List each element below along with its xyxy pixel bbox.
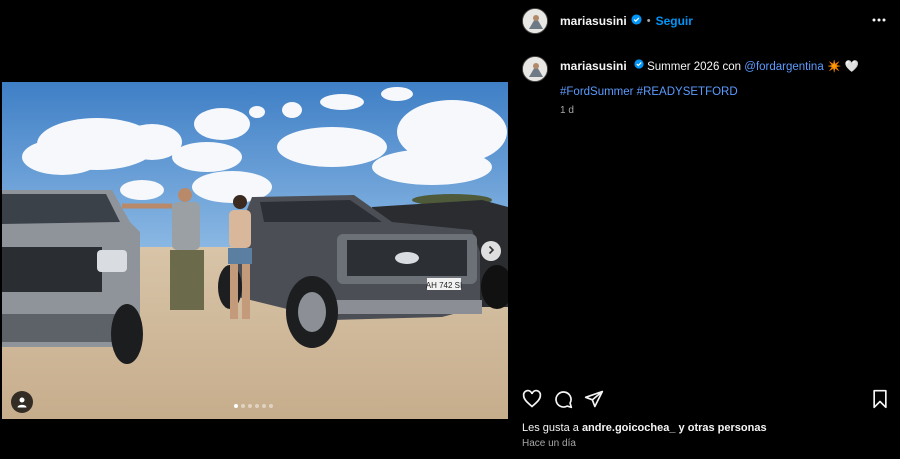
caption-mention-link[interactable]: @fordargentina xyxy=(744,61,823,73)
caption-username[interactable]: mariasusini xyxy=(560,59,627,73)
verified-badge-icon xyxy=(634,58,644,75)
follow-button[interactable]: Seguir xyxy=(656,14,693,28)
action-bar xyxy=(522,389,888,411)
caption-avatar[interactable] xyxy=(522,56,548,82)
separator: • xyxy=(646,15,651,27)
verified-badge-icon xyxy=(631,12,642,30)
carousel-dot xyxy=(234,404,238,408)
carousel-dot xyxy=(241,404,245,408)
user-tag-icon[interactable] xyxy=(11,391,33,413)
likes-suffix[interactable]: y otras personas xyxy=(679,422,767,434)
carousel-dot xyxy=(248,404,252,408)
carousel-dot xyxy=(255,404,259,408)
likes-summary[interactable]: Les gusta a andre.goicochea_ y otras per… xyxy=(522,422,767,434)
post-photo[interactable]: AH 742 SI xyxy=(2,82,508,419)
post-header: mariasusini • Seguir xyxy=(510,0,900,42)
send-icon[interactable] xyxy=(584,389,604,414)
post-media: AH 742 SI xyxy=(0,0,510,459)
post-details-panel: mariasusini • Seguir mariasusini Summer … xyxy=(510,0,900,459)
caption-hashtags[interactable]: #FordSummer #READYSETFORD xyxy=(560,86,738,98)
post-timestamp: Hace un día xyxy=(522,438,576,449)
carousel-dot xyxy=(269,404,273,408)
caption-text: mariasusini Summer 2026 con @fordargenti… xyxy=(560,56,859,82)
caption-age: 1 d xyxy=(560,105,574,116)
likes-prefix: Les gusta a xyxy=(522,422,579,434)
comment-icon[interactable] xyxy=(553,389,573,414)
bookmark-icon[interactable] xyxy=(870,389,890,414)
chevron-right-icon xyxy=(486,242,496,260)
license-plate: AH 742 SI xyxy=(426,281,462,290)
avatar[interactable] xyxy=(522,8,548,34)
more-options-icon[interactable] xyxy=(872,13,886,32)
carousel-indicator xyxy=(234,404,273,408)
header-username[interactable]: mariasusini xyxy=(560,14,627,28)
heart-icon[interactable] xyxy=(522,389,542,414)
caption-emojis: ✴️ 🤍 xyxy=(826,61,859,73)
caption-body: Summer 2026 con xyxy=(647,61,742,73)
carousel-next-button[interactable] xyxy=(481,241,501,261)
likes-user-link[interactable]: andre.goicochea_ xyxy=(582,422,676,434)
caption: mariasusini Summer 2026 con @fordargenti… xyxy=(522,56,859,82)
carousel-dot xyxy=(262,404,266,408)
